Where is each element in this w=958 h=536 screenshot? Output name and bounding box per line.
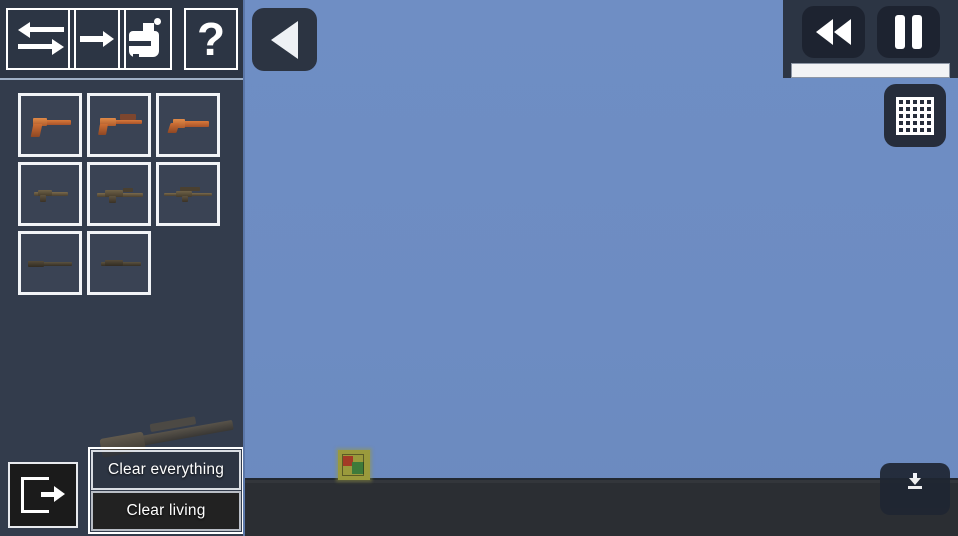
- back-icon: [271, 20, 298, 59]
- rifle-icon: [93, 184, 145, 204]
- pistol-icon: [27, 112, 73, 138]
- back-button[interactable]: [252, 8, 317, 71]
- help-icon: ?: [196, 13, 226, 65]
- next-button[interactable]: [68, 0, 126, 78]
- clear-living-button[interactable]: Clear living: [91, 491, 241, 531]
- pause-button[interactable]: [876, 6, 940, 58]
- weapon-slot-pistol[interactable]: [18, 93, 82, 157]
- next-icon: [80, 31, 114, 47]
- inventory-sidebar: ? Clear everything Clear living: [0, 0, 245, 536]
- carbine-icon: [28, 184, 72, 204]
- weapon-slot-machine-gun[interactable]: [87, 231, 151, 295]
- weapon-slot-smg[interactable]: [87, 93, 151, 157]
- crate-outline: [342, 454, 364, 476]
- spray-button[interactable]: [112, 0, 178, 78]
- playback-button-row: [791, 6, 950, 58]
- clear-everything-button[interactable]: Clear everything: [91, 450, 241, 490]
- weapon-slot-grid: [18, 93, 230, 295]
- weapon-slot-sniper-rifle[interactable]: [156, 162, 220, 226]
- game-screen: ? Clear everything Clear living: [0, 0, 958, 536]
- download-icon: [908, 473, 922, 489]
- spray-icon: [125, 17, 165, 61]
- grid-toggle-button[interactable]: [884, 84, 946, 147]
- rewind-button[interactable]: [801, 6, 865, 58]
- shotgun-icon: [26, 255, 74, 271]
- help-button[interactable]: ?: [178, 0, 243, 78]
- grid-icon: [896, 96, 934, 135]
- scene-object-crate[interactable]: [338, 450, 370, 480]
- exit-icon: [21, 477, 65, 513]
- pause-icon: [894, 15, 922, 49]
- weapon-slot-shotgun[interactable]: [18, 231, 82, 295]
- weapon-slot-revolver[interactable]: [156, 93, 220, 157]
- swap-icon: [18, 22, 64, 56]
- exit-button[interactable]: [8, 462, 78, 528]
- clear-button-group: Clear everything Clear living: [88, 447, 243, 534]
- machine-gun-icon: [95, 255, 143, 271]
- download-button[interactable]: [880, 463, 950, 515]
- smg-icon: [94, 111, 144, 139]
- sidebar-toolbar: ?: [0, 0, 243, 80]
- playback-panel: [783, 0, 958, 78]
- weapon-slot-rifle[interactable]: [87, 162, 151, 226]
- sniper-rifle-icon: [162, 184, 214, 204]
- revolver-icon: [165, 113, 211, 137]
- rewind-icon: [815, 19, 851, 45]
- weapon-slot-carbine[interactable]: [18, 162, 82, 226]
- timeline-slider[interactable]: [791, 63, 950, 78]
